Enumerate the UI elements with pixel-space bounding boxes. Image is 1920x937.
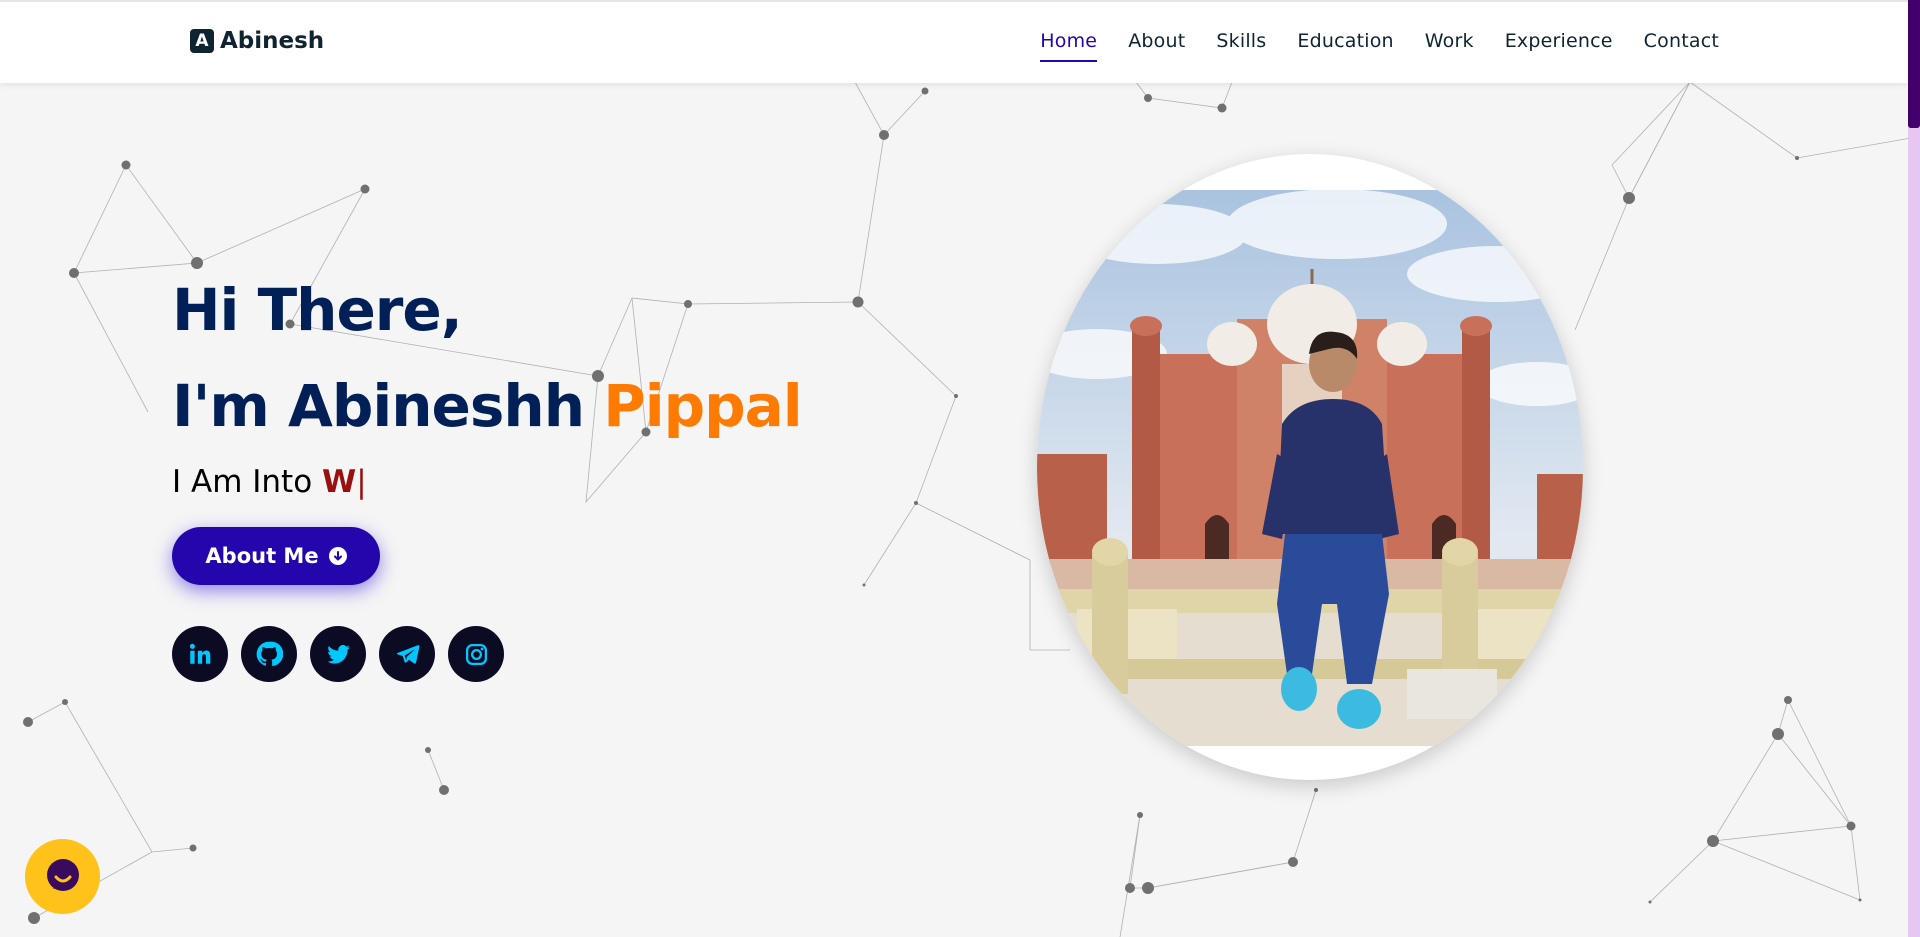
intro-name: I'm Abineshh <box>172 372 585 440</box>
typed-text: W <box>322 464 357 500</box>
hero-heading: Hi There, I'm Abineshh Pippal <box>172 262 803 454</box>
profile-photo <box>1037 154 1583 780</box>
intro-highlight: Pippal <box>603 372 802 440</box>
twitter-icon[interactable] <box>310 626 366 682</box>
hero-section: Hi There, I'm Abineshh Pippal I Am Into … <box>172 262 803 500</box>
linkedin-icon[interactable] <box>172 626 228 682</box>
scrollbar-track[interactable] <box>1908 0 1920 937</box>
typing-prefix: I Am Into <box>172 464 313 500</box>
about-me-label: About Me <box>205 544 319 568</box>
arrow-down-circle-icon <box>328 547 347 565</box>
nav-about[interactable]: About <box>1128 30 1185 60</box>
navbar: A Abinesh Home About Skills Education Wo… <box>0 0 1908 83</box>
photo-illustration <box>1037 189 1583 746</box>
github-icon[interactable] <box>241 626 297 682</box>
about-me-button[interactable]: About Me <box>172 527 380 585</box>
chat-icon <box>46 858 79 891</box>
instagram-icon[interactable] <box>448 626 504 682</box>
typing-cursor: | <box>356 464 367 500</box>
nav-education[interactable]: Education <box>1297 30 1393 60</box>
brand-icon: A <box>190 29 214 53</box>
typing-line: I Am Into W| <box>172 464 802 500</box>
brand-name: Abinesh <box>220 28 325 54</box>
nav-home[interactable]: Home <box>1040 30 1098 62</box>
chat-widget-button[interactable] <box>25 839 100 914</box>
nav-experience[interactable]: Experience <box>1505 30 1613 60</box>
nav-contact[interactable]: Contact <box>1644 30 1719 60</box>
nav-skills[interactable]: Skills <box>1216 30 1266 60</box>
greeting: Hi There, <box>172 276 463 344</box>
telegram-icon[interactable] <box>379 626 435 682</box>
nav-menu: Home About Skills Education Work Experie… <box>1040 30 1719 62</box>
scrollbar-thumb[interactable] <box>1908 0 1920 128</box>
brand-logo[interactable]: A Abinesh <box>190 28 324 54</box>
social-links <box>172 626 504 682</box>
nav-work[interactable]: Work <box>1425 30 1474 60</box>
